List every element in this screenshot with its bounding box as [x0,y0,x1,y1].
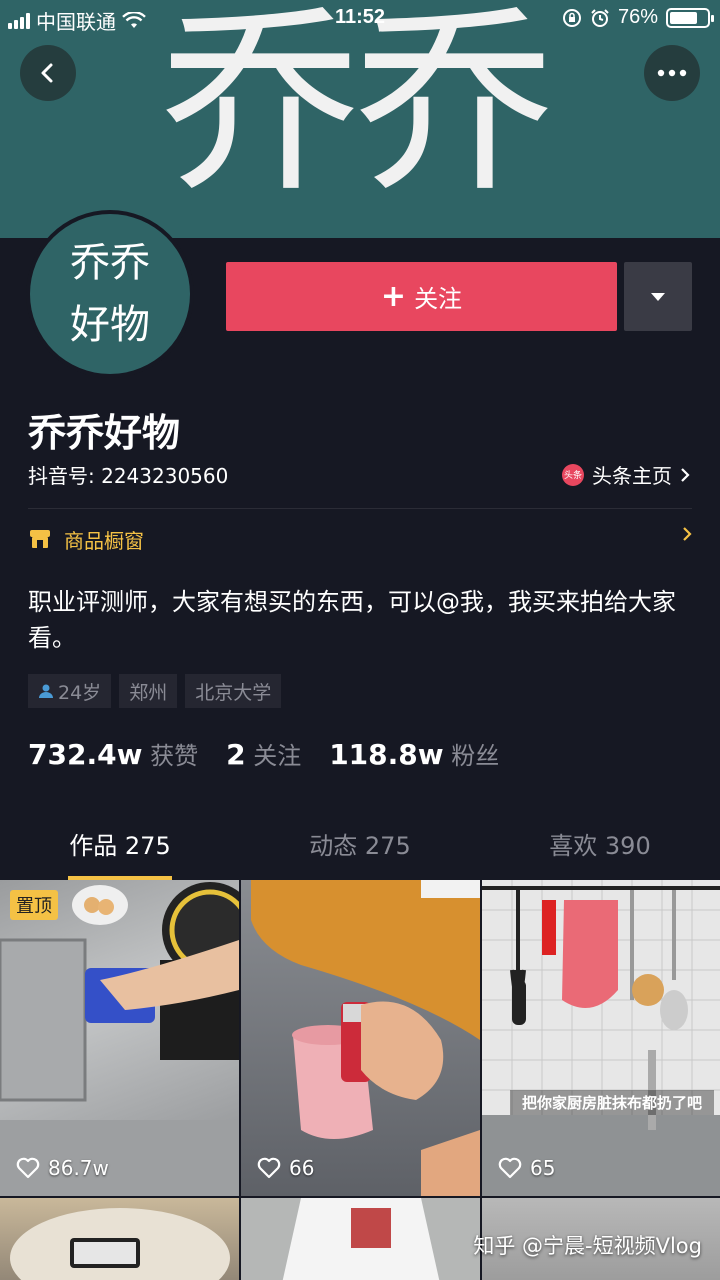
tab-works[interactable]: 作品 275 [0,820,240,880]
tag-age: 24岁 [28,674,112,708]
shop-icon [30,530,50,548]
lighter-bucket-image [251,880,480,1196]
douyin-id: 抖音号: 2243230560 [28,464,229,488]
follow-button[interactable]: + 关注 [226,262,617,331]
video-grid: 置顶 86.7w 66 把你家厨房脏抹布都扔了吧 65 [0,880,720,1280]
more-button[interactable] [644,45,700,101]
chevron-right-icon [683,527,692,541]
video-thumbnail[interactable]: 66 [241,880,480,1196]
kitchen-tools-image [482,880,720,1196]
watermark: 知乎 @宁晨-短视频Vlog [473,1234,702,1258]
video-caption: 把你家厨房脏抹布都扔了吧 [510,1090,714,1115]
tab-activity[interactable]: 动态 275 [240,820,480,880]
kitchen-sink-image [0,882,239,1196]
shop-window-label: 商品橱窗 [64,528,144,553]
avatar[interactable]: 乔乔 好物 [26,210,194,378]
divider [28,508,692,509]
rotation-lock-icon [562,8,581,27]
profile-name: 乔乔好物 [28,411,181,455]
battery-icon [666,7,714,28]
plus-icon: + [380,278,407,314]
video-likes: 86.7w [16,1156,109,1180]
video-thumbnail[interactable]: 置顶 86.7w [0,880,239,1196]
tag-school: 北京大学 [185,674,282,708]
person-icon [39,684,53,698]
tag-city: 郑州 [119,674,178,708]
stat-following[interactable]: 2 关注 [226,736,301,771]
profile-tags: 24岁 郑州 北京大学 [28,674,282,708]
pinned-badge: 置顶 [10,890,58,920]
stat-followers[interactable]: 118.8w 粉丝 [329,736,499,771]
avatar-text-line1: 乔乔 [70,240,150,286]
heart-icon [498,1157,522,1179]
content-tabs: 作品 275 动态 275 喜欢 390 [0,820,720,880]
video-thumbnail[interactable]: 把你家厨房脏抹布都扔了吧 65 [482,880,720,1196]
tab-likes[interactable]: 喜欢 390 [480,820,720,880]
tshirt-image [241,1198,480,1280]
heart-icon [16,1157,40,1179]
toutiao-link[interactable]: 头条 头条主页 [562,460,690,489]
stats-row: 732.4w 获赞 2 关注 118.8w 粉丝 [28,736,499,771]
alarm-icon [591,8,609,27]
avatar-text-line2: 好物 [70,302,150,348]
status-bar: 中国联通 11:52 76% [0,0,720,36]
video-thumbnail[interactable] [241,1198,480,1280]
more-dots-icon [657,69,687,77]
battery-percent: 76% [617,6,658,28]
recommend-dropdown-button[interactable] [624,262,692,331]
stat-likes: 732.4w 获赞 [28,738,199,771]
toutiao-logo-icon: 头条 [562,463,584,486]
video-likes: 65 [498,1156,555,1180]
chevron-left-icon [41,63,53,83]
caret-down-icon [651,292,665,301]
bio-text: 职业评测师，大家有想买的东西，可以@我，我买来拍给大家看。 [28,588,676,652]
toutiao-label: 头条主页 [592,464,672,488]
follow-label: 关注 [414,285,463,313]
video-likes: 66 [257,1156,314,1180]
back-button[interactable] [20,45,76,101]
heart-icon [257,1157,281,1179]
video-thumbnail[interactable] [0,1198,239,1280]
chevron-right-icon [681,467,690,482]
shop-window-link[interactable]: 商品橱窗 [28,524,692,554]
phone-image [10,1208,230,1280]
